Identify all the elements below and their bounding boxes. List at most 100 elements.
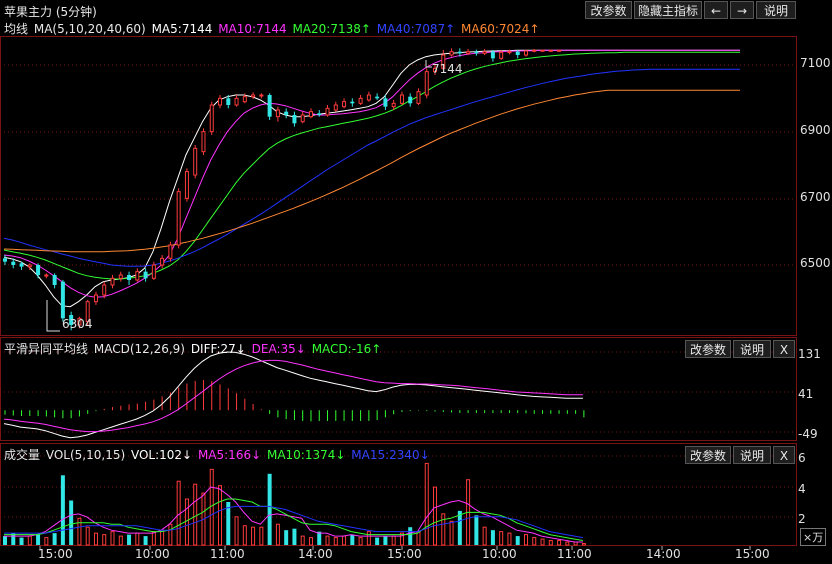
volume-bar-up (242, 525, 247, 546)
candle-body-up (532, 49, 537, 52)
volume-bar-up (209, 468, 214, 546)
candle-body-up (110, 277, 115, 286)
volume-bar-up (416, 531, 421, 546)
volume-bar-up (565, 541, 570, 546)
volume-bar-up (218, 485, 223, 546)
volume-bar-up (118, 535, 123, 546)
volume-bar-up (523, 534, 528, 546)
time-tick: 11:00 (557, 547, 592, 561)
candle-body-up (366, 94, 371, 101)
volume-bar-up (184, 498, 189, 546)
vol-ma15-value: MA15:2340↓ (351, 448, 430, 462)
vol-legend: 成交量 VOL(5,10,15) VOL:102↓ MA5:166↓ MA10:… (4, 446, 432, 463)
candle-body-up (466, 51, 471, 54)
instrument-title: 苹果主力 (5分钟) (4, 5, 97, 19)
vol-legend-params: VOL(5,10,15) (45, 448, 126, 462)
low-price-label: 6304 (62, 317, 93, 331)
candle-body-up (557, 49, 562, 52)
macd-legend-params: MACD(12,26,9) (93, 342, 185, 356)
macd-tick: -49 (798, 427, 818, 441)
price-tick: 6700 (800, 190, 831, 204)
volume-bar-up (449, 520, 454, 546)
volume-bar-up (433, 486, 438, 546)
macd-dea-value: DEA:35↓ (251, 342, 306, 356)
candle-body-up (184, 171, 189, 199)
candle-body-up (201, 131, 206, 153)
volume-bar-down (284, 530, 289, 545)
volume-bar-up (44, 537, 49, 546)
macd-legend-name: 平滑异同平均线 (4, 342, 89, 356)
candle-body-up (93, 294, 98, 303)
candle-body-up (300, 114, 305, 123)
candle-body-down (490, 51, 495, 59)
vol-legend-name: 成交量 (4, 448, 41, 462)
price-tick: 6900 (800, 123, 831, 137)
ma-line-ma60 (3, 89, 740, 253)
volume-bar-down (292, 528, 297, 545)
candle-body-down (52, 275, 57, 285)
macd-tick: 131 (798, 347, 821, 361)
candle-body-up (27, 264, 32, 268)
candle-body-up (168, 244, 173, 259)
volume-bar-up (234, 516, 239, 546)
price-tick: 7100 (800, 56, 831, 70)
volume-bar-up (366, 531, 371, 546)
candle-body-up (135, 271, 140, 281)
volume-bar-up (168, 523, 173, 546)
vol-params-button[interactable]: 改参数 (685, 446, 731, 464)
ma20-value: MA20:7138↑ (292, 22, 371, 36)
arrow-left-icon[interactable]: ← (704, 1, 728, 19)
candle-body-up (102, 284, 107, 296)
vol-close-icon[interactable]: X (773, 446, 795, 464)
candle-body-up (209, 104, 214, 133)
macd-legend: 平滑异同平均线 MACD(12,26,9) DIFF:27↓ DEA:35↓ M… (4, 340, 383, 357)
macd-params-button[interactable]: 改参数 (685, 340, 731, 358)
ma10-value: MA10:7144 (218, 22, 287, 36)
volume-bar-up (499, 531, 504, 546)
volume-bar-up (507, 532, 512, 546)
volume-bar-down (36, 534, 41, 545)
volume-bar-down (19, 537, 24, 545)
time-tick: 11:00 (210, 547, 245, 561)
volume-bar-up (151, 531, 156, 546)
candle-body-up (449, 51, 454, 56)
hide-main-indicator-button[interactable]: 隐藏主指标 (634, 1, 702, 19)
volume-bar-down (350, 534, 355, 545)
candle-body-down (350, 101, 355, 104)
volume-bar-up (540, 538, 545, 546)
candle-body-up (548, 49, 553, 52)
candle-body-down (127, 275, 132, 280)
change-params-button[interactable]: 改参数 (585, 1, 632, 19)
macd-close-icon[interactable]: X (773, 340, 795, 358)
volume-bar-down (3, 536, 7, 545)
candle-body-down (317, 113, 322, 115)
candle-body-up (118, 274, 123, 279)
high-price-label: 7144 (432, 62, 463, 76)
volume-bar-down (375, 537, 380, 545)
volume-bar-up (581, 543, 586, 546)
time-tick: 10:00 (482, 547, 517, 561)
ma-line-ma10 (3, 49, 740, 298)
candle-body-up (399, 94, 404, 104)
volume-bar-down (69, 500, 74, 545)
time-tick: 15:00 (735, 547, 770, 561)
vol-ma10-value: MA10:1374↓ (266, 448, 346, 462)
candle-body-up (416, 91, 421, 104)
candle-body-up (482, 51, 487, 54)
macd-help-button[interactable]: 说明 (733, 340, 771, 358)
candle-body-down (36, 265, 41, 275)
candle-body-up (523, 50, 528, 56)
vol-help-button[interactable]: 说明 (733, 446, 771, 464)
volume-bar-up (259, 526, 264, 546)
candle-body-down (226, 98, 231, 105)
candle-body-down (284, 111, 289, 115)
price-tick: 6500 (800, 256, 831, 270)
candle-body-up (44, 274, 49, 277)
candle-body-down (474, 51, 479, 54)
arrow-right-icon[interactable]: → (730, 1, 754, 19)
candle-body-down (383, 98, 388, 107)
time-tick: 10:00 (135, 547, 170, 561)
ma40-value: MA40:7087↑ (376, 22, 456, 36)
candle-body-down (292, 115, 297, 124)
help-button[interactable]: 说明 (756, 1, 796, 19)
